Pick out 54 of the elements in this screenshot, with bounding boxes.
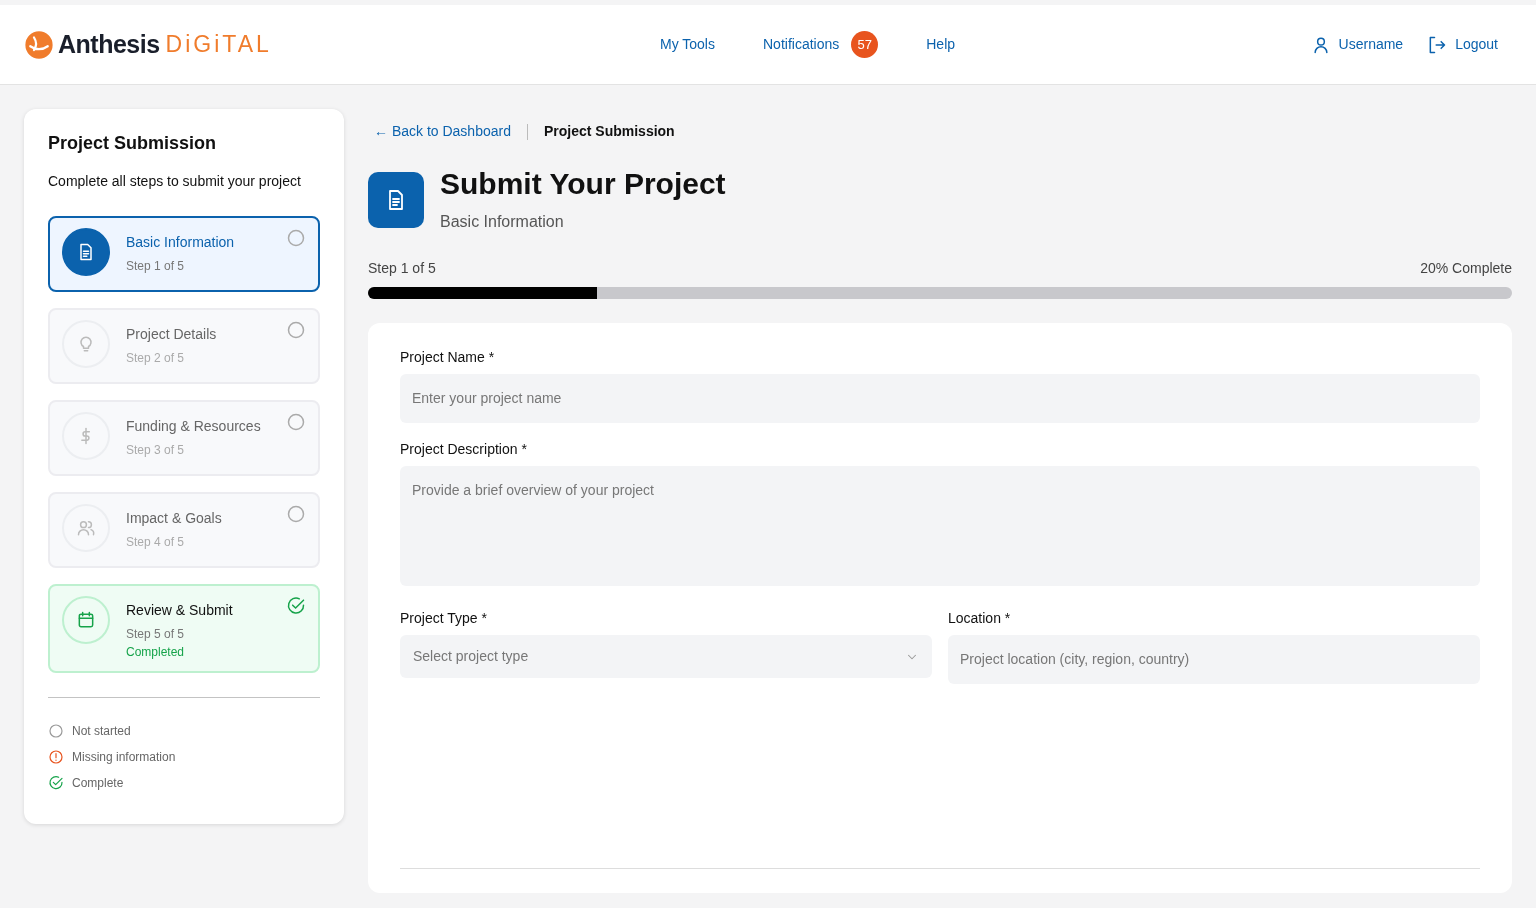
page-title: Submit Your Project: [440, 166, 726, 202]
step-item[interactable]: Review & Submit Step 5 of 5 Completed: [48, 583, 320, 673]
sidebar-subtitle: Complete all steps to submit your project: [48, 171, 302, 191]
nav-link[interactable]: Notifications: [763, 34, 840, 55]
step-item[interactable]: Project Details Step 2 of 5: [48, 307, 320, 384]
field-label: Location *: [948, 609, 1012, 628]
status-circle-icon: [286, 319, 306, 340]
select-field[interactable]: Select project type: [400, 635, 932, 678]
step-title: Project Details: [126, 324, 218, 344]
progress-percent: 20% Complete: [1420, 259, 1512, 278]
logo-icon: [24, 29, 54, 60]
brand-suffix: DiGiTAL: [165, 30, 272, 60]
calendar-icon: [76, 609, 96, 630]
step-count: Step 1 of 5: [126, 257, 186, 275]
progress-step-label: Step 1 of 5: [368, 259, 436, 278]
legend-label: Not started: [72, 722, 131, 740]
user-link[interactable]: Username: [1338, 34, 1404, 55]
step-title: Review & Submit: [126, 600, 234, 620]
step-count: Step 2 of 5: [126, 349, 186, 367]
nav-link[interactable]: Help: [926, 34, 956, 55]
legend-label: Missing information: [72, 748, 176, 766]
step-item[interactable]: Impact & Goals Step 4 of 5: [48, 491, 320, 568]
status-circle-icon: [48, 722, 64, 739]
step-title: Impact & Goals: [126, 508, 223, 528]
check-circle-icon: [48, 774, 64, 791]
step-count: Step 4 of 5: [126, 533, 186, 551]
step-item[interactable]: Funding & Resources Step 3 of 5: [48, 399, 320, 476]
field-label: Project Type *: [400, 609, 488, 628]
sidebar-title: Project Submission: [48, 133, 218, 155]
nav-link[interactable]: My Tools: [660, 34, 715, 55]
back-link[interactable]: ← Back to Dashboard: [374, 121, 511, 142]
status-circle-icon: [286, 227, 306, 248]
page-subtitle: Basic Information: [440, 212, 565, 232]
notification-badge: 57: [851, 31, 879, 58]
field-label: Project Name *: [400, 348, 496, 367]
textarea-field[interactable]: Provide a brief overview of your project: [400, 466, 1480, 586]
step-title: Basic Information: [126, 232, 236, 252]
breadcrumb-current: Project Submission: [543, 122, 675, 141]
step-title: Funding & Resources: [126, 416, 262, 436]
logout-icon: [1427, 34, 1448, 55]
legend-label: Complete: [72, 774, 124, 792]
field-label: Project Description *: [400, 440, 528, 459]
status-circle-icon: [286, 411, 306, 432]
warning-icon: [48, 748, 64, 765]
brand-name: Anthesis: [58, 28, 160, 60]
step-item[interactable]: Basic Information Step 1 of 5: [48, 215, 320, 292]
input-field[interactable]: Project location (city, region, country): [948, 635, 1480, 684]
status-circle-icon: [286, 503, 306, 524]
check-circle-icon: [286, 595, 306, 616]
step-status-text: Completed: [126, 643, 186, 661]
step-count: Step 5 of 5: [126, 625, 186, 643]
logout-link[interactable]: Logout: [1455, 34, 1498, 55]
input-field[interactable]: Enter your project name: [400, 374, 1480, 423]
step-count: Step 3 of 5: [126, 441, 186, 459]
